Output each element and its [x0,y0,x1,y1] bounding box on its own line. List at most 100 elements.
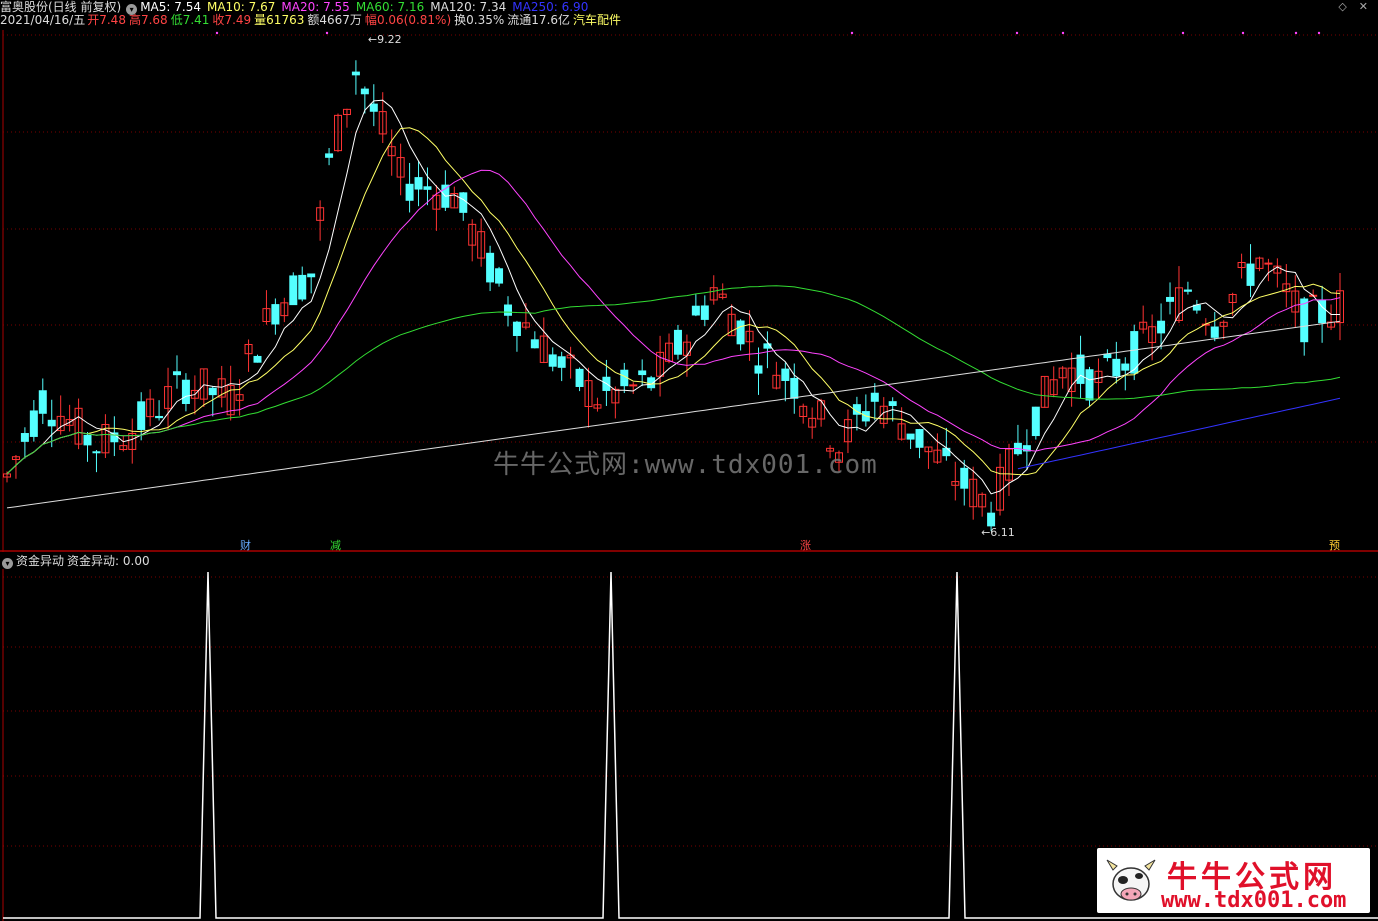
candle-body [530,339,539,349]
candle-body [512,321,521,336]
candlestick [1085,366,1094,408]
ma10-line [6,127,1341,476]
candle-body [83,434,92,446]
candlestick [29,400,38,442]
candlestick [1201,318,1210,336]
candlestick [262,290,271,325]
candle-body [29,410,38,437]
candle-body [575,368,584,387]
candlestick [405,162,414,213]
candle-body [736,320,745,345]
candle-body [1085,369,1094,401]
indicator-menu-icon[interactable]: ▾ [2,558,13,569]
candlestick [772,361,781,390]
candlestick [530,331,539,349]
chart-window: 富奥股份(日线 前复权) ▾ MA5: 7.54 MA10: 7.67 MA20: 7.… [0,0,1378,921]
candle-body [155,415,164,419]
candlestick [459,192,468,221]
candlestick [486,245,495,292]
candlestick [253,354,262,363]
candlestick [700,295,709,327]
indicator-name[interactable]: 资金异动 [16,554,64,568]
candle-body [987,512,996,527]
event-dot [1317,31,1321,35]
candle-body [1121,363,1130,371]
candle-body [495,268,504,284]
candle-body [459,192,468,213]
candle-body [298,274,307,300]
signal-zhang: 涨 [800,539,811,552]
candlestick [951,461,960,501]
candlestick [226,365,235,421]
candle-body [548,354,557,367]
candlestick [181,373,190,412]
candlestick [906,433,915,449]
candle-body [960,467,969,489]
candle-body [790,377,799,399]
candle-body [289,275,298,306]
candlestick [1318,285,1327,343]
candlestick [1210,311,1219,342]
candlestick [360,86,369,114]
logo-url: www.tdx001.com [1161,888,1347,913]
candlestick [933,433,942,464]
signal-yu: 预 [1329,539,1340,552]
candle-body [405,183,414,201]
candlestick [584,367,593,428]
candlestick [369,84,378,127]
candle-body [325,153,334,158]
candle-body [414,177,423,190]
candlestick [1183,281,1192,295]
candle-body [691,305,700,316]
candle-body [870,392,879,402]
candlestick [745,310,754,361]
candlestick [271,298,280,335]
candle-body [1210,326,1219,338]
candle-body [181,379,190,404]
candle-body [486,252,495,283]
candlestick [969,466,978,520]
candle-body [1300,298,1309,343]
event-dot [1015,31,1019,35]
candlestick [101,414,110,458]
candlestick [1058,366,1067,389]
candle-body [1246,263,1255,286]
candlestick [593,397,602,412]
candlestick [1049,366,1058,398]
event-dot [325,31,329,35]
candle-body [271,304,280,325]
candlestick [718,283,727,300]
candlestick [477,218,486,267]
candlestick [1013,424,1022,456]
candlestick [298,266,307,302]
ma250-line [1017,397,1341,470]
signal-jian: 减 [330,539,341,552]
candlestick [673,324,682,360]
candlestick [164,367,173,430]
candlestick [289,272,298,306]
candlestick [817,398,826,427]
candle-body [38,390,47,414]
candlestick [83,432,92,462]
candlestick [754,347,763,395]
candle-body [503,304,512,316]
candlestick [781,362,790,402]
candlestick [915,428,924,459]
candlestick [495,266,504,287]
candle-body [1112,358,1121,377]
low-marker: ←6.11 [981,526,1015,539]
candlestick [1219,320,1228,340]
candlestick [870,383,879,421]
candle-body [47,419,56,427]
candle-body [369,103,378,112]
event-dot [1061,31,1065,35]
candlestick [1291,275,1300,328]
candlestick [691,294,700,317]
candle-body [1103,353,1112,359]
candlestick [656,335,665,397]
cow-logo-icon [1106,859,1156,901]
candlestick [334,113,343,153]
candle-body [208,387,217,396]
candlestick [11,455,20,479]
candlestick [996,453,1005,516]
